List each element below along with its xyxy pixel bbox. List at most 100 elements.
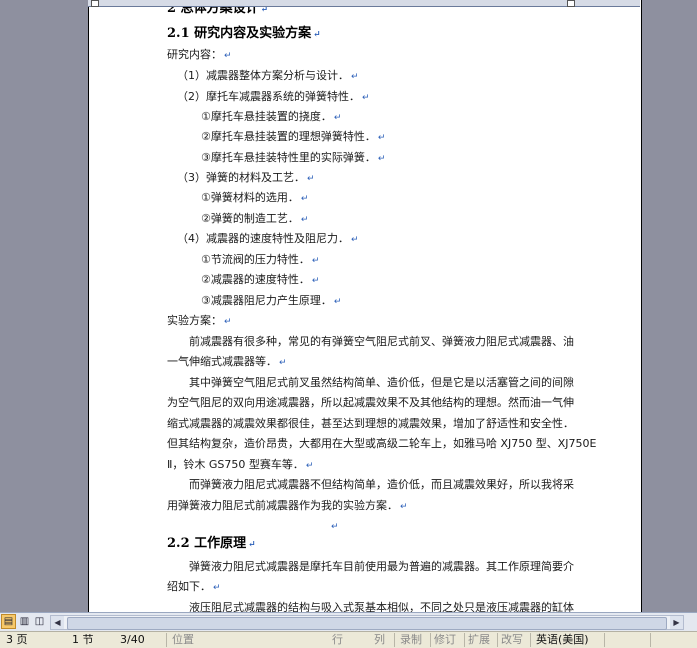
text-line: 其中弹簧空气阻尼式前叉虽然结构简单、造价低，但是它是以活塞管之间的间隙 (189, 376, 574, 390)
paragraph-mark-icon: ↵ (224, 51, 232, 61)
line-text: 研究内容： (167, 48, 222, 61)
line-text: ②摩托车悬挂装置的理想弹簧特性． (201, 130, 376, 143)
text-line: 液压阻尼式减震器的结构与吸入式泵基本相似，不同之处只是液压减震器的缸体 (189, 601, 574, 612)
paragraph-mark-icon: ↵ (377, 133, 386, 143)
line-text: 而弹簧液力阻尼式减震器不但结构简单，造价低，而且减震效果好，所以我将采 (189, 478, 574, 491)
status-separator (650, 633, 651, 647)
left-margin-marker[interactable] (91, 0, 99, 7)
text-line: ②减震器的速度特性． ↵ (201, 273, 319, 288)
text-line: 前减震器有很多种，常见的有弹簧空气阻尼式前叉、弹簧液力阻尼式减震器、油 (189, 335, 574, 349)
status-ovr[interactable]: 改写 (501, 632, 523, 648)
paragraph-mark-icon: ↵ (333, 113, 342, 123)
line-text: ③减震器阻尼力产生原理． (201, 294, 332, 307)
scroll-right-arrow-icon[interactable]: ▶ (670, 616, 683, 629)
normal-view-icon[interactable]: ▤ (1, 614, 16, 629)
text-line: ①弹簧材料的选用． ↵ (201, 191, 308, 206)
heading-2-2: 2.2 工作原理 ↵ (167, 537, 256, 552)
text-line: 绍如下． ↵ (167, 580, 221, 595)
line-text: （1）减震器整体方案分析与设计． (177, 69, 349, 82)
text-line: （4）减震器的速度特性及阻尼力． ↵ (177, 232, 359, 247)
document-area[interactable]: 2 总体方案设计 ↵ 2.1 研究内容及实验方案 ↵ 研究内容： ↵ （1）减震器整体… (0, 0, 697, 612)
status-ext[interactable]: 扩展 (468, 632, 490, 648)
web-layout-view-icon[interactable]: ▥ (17, 614, 32, 629)
print-layout-view-icon[interactable]: ◫ (32, 614, 47, 629)
text-line: ③摩托车悬挂装特性里的实际弹簧． ↵ (201, 151, 385, 166)
line-text: 一气伸缩式减震器等． (167, 355, 277, 368)
status-separator (530, 633, 531, 647)
line-text: （3）弹簧的材料及工艺． (177, 171, 305, 184)
line-text: 但其结构复杂，造价昂贵，大都用在大型或高级二轮车上，如雅马哈 XJ750 型、X… (167, 437, 597, 450)
status-bar: 3 页 1 节 3/40 位置 行 列 录制 修订 扩展 改写 英语(美国) (0, 631, 697, 648)
status-separator (497, 633, 498, 647)
bottom-scroll-strip: ▤ ▥ ◫ ◀ ▶ (0, 612, 697, 631)
paragraph-mark-icon: ↵ (224, 317, 232, 327)
paragraph-mark-icon: ↵ (300, 215, 309, 225)
text-line: 为空气阻尼的双向用途减震器，所以起减震效果不及其他结构的理想。然而油一气伸 (167, 396, 574, 410)
line-text: 缩式减震器的减震效果都很佳，甚至达到理想的减震效果，增加了舒适性和安全性． (167, 417, 574, 430)
status-trk[interactable]: 修订 (434, 632, 456, 648)
line-text: 液压阻尼式减震器的结构与吸入式泵基本相似，不同之处只是液压减震器的缸体 (189, 601, 574, 612)
line-text: 其中弹簧空气阻尼式前叉虽然结构简单、造价低，但是它是以活塞管之间的间隙 (189, 376, 574, 389)
status-rec[interactable]: 录制 (400, 632, 422, 648)
text-line: （2）摩托车减震器系统的弹簧特性． ↵ (177, 90, 370, 105)
horizontal-scrollbar[interactable]: ◀ ▶ (50, 615, 684, 630)
text-line: ②摩托车悬挂装置的理想弹簧特性． ↵ (201, 130, 385, 145)
text-line: ①节流阀的压力特性． ↵ (201, 253, 319, 268)
line-text: ①摩托车悬挂装置的挠度． (201, 110, 332, 123)
text-line: 实验方案： ↵ (167, 314, 232, 329)
paragraph-mark-icon: ↵ (333, 297, 342, 307)
line-text: ②弹簧的制造工艺． (201, 212, 299, 225)
text-line: ③减震器阻尼力产生原理． ↵ (201, 294, 341, 309)
line-text: 弹簧液力阻尼式减震器是摩托车目前使用最为普遍的减震器。其工作原理简要介 (189, 560, 574, 573)
line-text: 为空气阻尼的双向用途减震器，所以起减震效果不及其他结构的理想。然而油一气伸 (167, 396, 574, 409)
line-text: ②减震器的速度特性． (201, 273, 310, 286)
paragraph-mark-icon: ↵ (307, 174, 315, 184)
paragraph-mark-icon: ↵ (377, 154, 386, 164)
status-col: 列 (374, 633, 385, 646)
line-text: Ⅱ，铃木 GS750 型赛车等． (167, 458, 304, 471)
text-line: 而弹簧液力阻尼式减震器不但结构简单，造价低，而且减震效果好，所以我将采 (189, 478, 574, 492)
status-separator (394, 633, 395, 647)
line-text: ①节流阀的压力特性． (201, 253, 310, 266)
heading-2-1: 2.1 研究内容及实验方案 ↵ (167, 27, 321, 42)
paragraph-mark-icon: ↵ (248, 540, 256, 550)
paragraph-mark-icon: ↵ (351, 235, 359, 245)
text-line: 用弹簧液力阻尼式前减震器作为我的实验方案． ↵ (167, 499, 408, 514)
line-text: 绍如下． (167, 580, 211, 593)
text-line: 但其结构复杂，造价昂贵，大都用在大型或高级二轮车上，如雅马哈 XJ750 型、X… (167, 437, 597, 451)
text-line: （3）弹簧的材料及工艺． ↵ (177, 171, 315, 186)
text-line: ②弹簧的制造工艺． ↵ (201, 212, 308, 227)
line-text: ③摩托车悬挂装特性里的实际弹簧． (201, 151, 376, 164)
paragraph-mark-icon: ↵ (300, 194, 309, 204)
paragraph-mark-icon: ↵ (213, 583, 221, 593)
text-line: 缩式减震器的减震效果都很佳，甚至达到理想的减震效果，增加了舒适性和安全性． (167, 417, 574, 431)
line-text: 用弹簧液力阻尼式前减震器作为我的实验方案． (167, 499, 398, 512)
text-line: 一气伸缩式减震器等． ↵ (167, 355, 287, 370)
status-section: 1 节 (72, 633, 94, 646)
line-text: 前减震器有很多种，常见的有弹簧空气阻尼式前叉、弹簧液力阻尼式减震器、油 (189, 335, 574, 348)
text-line: ①摩托车悬挂装置的挠度． ↵ (201, 110, 341, 125)
heading-text: 2.1 研究内容及实验方案 (167, 26, 312, 41)
status-separator (166, 633, 167, 647)
paragraph-mark-icon: ↵ (311, 276, 320, 286)
scroll-left-arrow-icon[interactable]: ◀ (51, 616, 64, 629)
paragraph-mark-icon: ↵ (305, 461, 314, 471)
text-line: Ⅱ，铃木 GS750 型赛车等． ↵ (167, 458, 313, 473)
status-separator (430, 633, 431, 647)
right-indent-marker[interactable] (567, 0, 575, 7)
text-line: 弹簧液力阻尼式减震器是摩托车目前使用最为普遍的减震器。其工作原理简要介 (189, 560, 574, 574)
paragraph-mark-icon: ↵ (362, 93, 370, 103)
page-ruler (88, 0, 640, 7)
status-language[interactable]: 英语(美国) (536, 632, 589, 648)
status-separator (464, 633, 465, 647)
line-text: ①弹簧材料的选用． (201, 191, 299, 204)
paragraph-mark-icon: ↵ (351, 72, 359, 82)
status-page-of: 3/40 (120, 633, 145, 646)
line-text: （4）减震器的速度特性及阻尼力． (177, 232, 349, 245)
paragraph-mark-icon: ↵ (313, 30, 321, 40)
text-line: （1）减震器整体方案分析与设计． ↵ (177, 69, 359, 84)
paragraph-mark-icon: ↵ (400, 502, 408, 512)
scrollbar-thumb[interactable] (67, 617, 667, 630)
status-separator (604, 633, 605, 647)
document-page[interactable]: 2 总体方案设计 ↵ 2.1 研究内容及实验方案 ↵ 研究内容： ↵ （1）减震器整体… (88, 0, 642, 612)
